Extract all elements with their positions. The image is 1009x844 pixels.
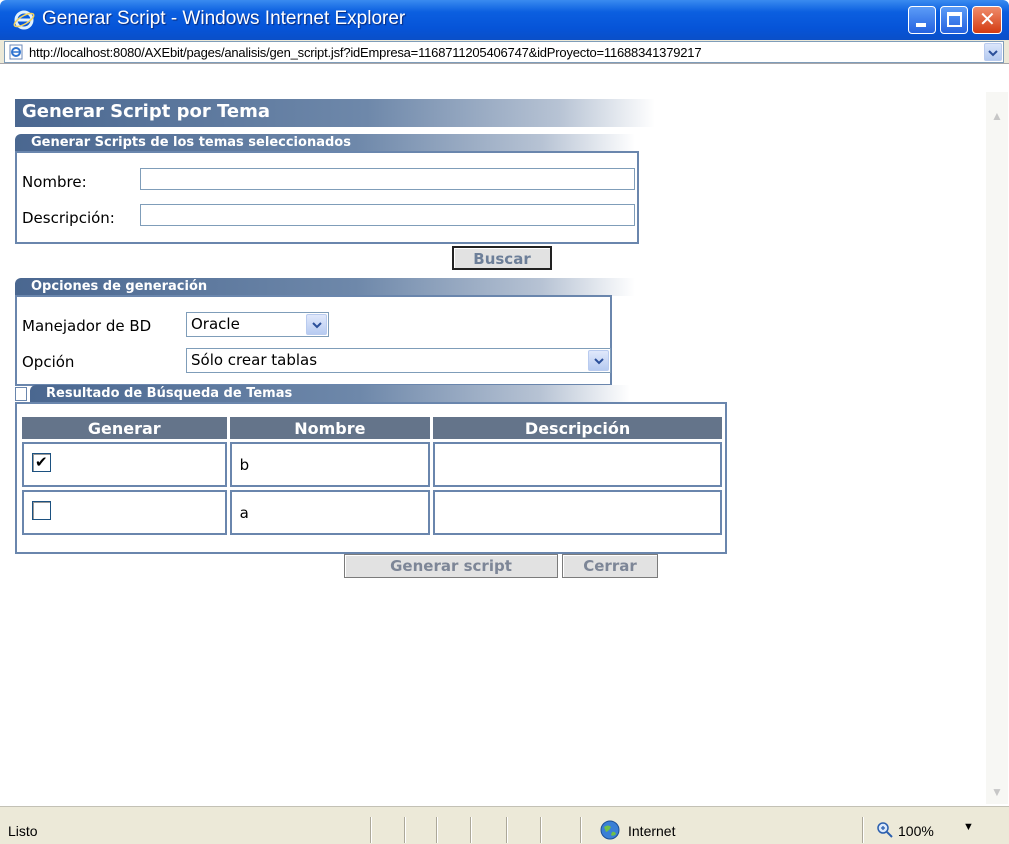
status-separator bbox=[436, 817, 438, 843]
descripcion-cell bbox=[433, 490, 722, 535]
zoom-icon[interactable] bbox=[876, 821, 894, 839]
status-separator bbox=[370, 817, 372, 843]
descripcion-input[interactable] bbox=[140, 204, 635, 226]
close-window-button[interactable]: ✕ bbox=[972, 6, 1002, 34]
browser-window: Generar Script - Windows Internet Explor… bbox=[0, 0, 1009, 844]
page-title: Generar Script por Tema bbox=[15, 99, 655, 127]
results-section-header: Resultado de Búsqueda de Temas bbox=[30, 385, 630, 403]
options-panel: Manejador de BD Oracle Opción Sólo crear… bbox=[15, 295, 612, 386]
cerrar-button[interactable]: Cerrar bbox=[562, 554, 658, 578]
nombre-input[interactable] bbox=[140, 168, 635, 190]
chevron-down-icon bbox=[988, 50, 998, 57]
page-icon bbox=[9, 44, 23, 60]
manejador-label: Manejador de BD bbox=[22, 317, 152, 335]
generar-cell bbox=[22, 490, 227, 535]
table-header-row: Generar Nombre Descripción bbox=[22, 417, 722, 439]
opcion-value: Sólo crear tablas bbox=[191, 351, 318, 369]
column-header-nombre[interactable]: Nombre bbox=[229, 417, 431, 439]
generar-checkbox[interactable] bbox=[32, 501, 51, 520]
maximize-icon bbox=[947, 12, 962, 27]
globe-icon bbox=[600, 820, 620, 840]
address-field[interactable]: http://localhost:8080/AXEbit/pages/anali… bbox=[4, 41, 1004, 63]
table-row: ✔ b bbox=[22, 442, 722, 487]
scroll-down-icon[interactable]: ▼ bbox=[989, 784, 1005, 800]
opcion-select[interactable]: Sólo crear tablas bbox=[186, 348, 611, 373]
minimize-button[interactable] bbox=[908, 6, 936, 34]
options-section-header: Opciones de generación bbox=[15, 278, 635, 296]
vertical-scrollbar[interactable]: ▲ ▼ bbox=[986, 92, 1008, 804]
close-icon: ✕ bbox=[979, 9, 996, 31]
status-separator bbox=[506, 817, 508, 843]
window-title: Generar Script - Windows Internet Explor… bbox=[42, 8, 406, 29]
internet-explorer-icon bbox=[13, 10, 35, 30]
title-bar[interactable]: Generar Script - Windows Internet Explor… bbox=[0, 0, 1009, 40]
buscar-button[interactable]: Buscar bbox=[452, 246, 552, 270]
descripcion-cell bbox=[433, 442, 722, 487]
opcion-dropdown-button[interactable] bbox=[588, 350, 609, 371]
chevron-down-icon bbox=[594, 358, 604, 365]
descripcion-label: Descripción: bbox=[22, 209, 115, 227]
status-text: Listo bbox=[8, 823, 38, 839]
checkmark-icon: ✔ bbox=[35, 453, 48, 471]
status-separator bbox=[580, 817, 582, 843]
generar-cell: ✔ bbox=[22, 442, 227, 487]
nombre-cell: b bbox=[229, 442, 431, 487]
search-panel: Nombre: Descripción: bbox=[15, 151, 639, 244]
manejador-select[interactable]: Oracle bbox=[186, 312, 329, 337]
search-section-header: Generar Scripts de los temas seleccionad… bbox=[15, 134, 635, 152]
column-header-descripcion[interactable]: Descripción bbox=[433, 417, 722, 439]
manejador-value: Oracle bbox=[191, 315, 240, 333]
maximize-button[interactable] bbox=[940, 6, 968, 34]
zoom-level[interactable]: 100% bbox=[898, 823, 934, 839]
results-table: Generar Nombre Descripción ✔ b a bbox=[19, 414, 725, 538]
page-content: Generar Script por Tema Generar Scripts … bbox=[0, 65, 986, 805]
address-dropdown-button[interactable] bbox=[984, 43, 1002, 61]
table-row: a bbox=[22, 490, 722, 535]
address-bar: http://localhost:8080/AXEbit/pages/anali… bbox=[0, 40, 1009, 64]
status-separator bbox=[862, 817, 864, 843]
status-separator bbox=[540, 817, 542, 843]
status-bar: Listo Internet 100% ▼ bbox=[0, 806, 1009, 844]
nombre-cell: a bbox=[229, 490, 431, 535]
column-header-generar[interactable]: Generar bbox=[22, 417, 227, 439]
manejador-dropdown-button[interactable] bbox=[306, 314, 327, 335]
scroll-up-icon[interactable]: ▲ bbox=[989, 108, 1005, 124]
zone-text: Internet bbox=[628, 823, 676, 839]
chevron-down-icon bbox=[312, 322, 322, 329]
generar-script-button[interactable]: Generar script bbox=[344, 554, 558, 578]
status-separator bbox=[404, 817, 406, 843]
status-separator bbox=[470, 817, 472, 843]
results-toggle-box bbox=[15, 387, 27, 401]
nombre-label: Nombre: bbox=[22, 173, 87, 191]
minimize-icon bbox=[916, 23, 926, 27]
opcion-label: Opción bbox=[22, 353, 75, 371]
generar-checkbox[interactable]: ✔ bbox=[32, 453, 51, 472]
zoom-dropdown-icon[interactable]: ▼ bbox=[963, 821, 974, 833]
url-text: http://localhost:8080/AXEbit/pages/anali… bbox=[29, 45, 702, 60]
